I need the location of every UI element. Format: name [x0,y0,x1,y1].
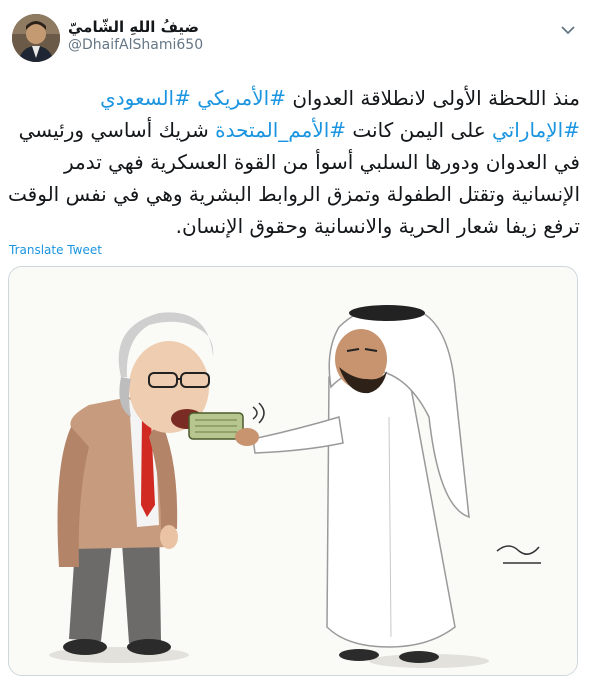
tweet-text: منذ اللحظة الأولى لانطلاقة العدوان #الأم… [8,82,580,242]
translate-tweet-link[interactable]: Translate Tweet [9,243,102,257]
tweet-text-part: على اليمن كانت [346,118,493,142]
hashtag-link[interactable]: #الأمريكي [197,86,286,110]
avatar[interactable] [12,14,60,62]
chevron-down-icon[interactable] [558,20,578,40]
hashtag-link[interactable]: #الإماراتي [492,118,580,142]
hashtag-link[interactable]: #الأمم_المتحدة [215,118,346,142]
hashtag-link[interactable]: #السعودي [100,86,191,110]
author-handle[interactable]: @DhaifAlShami650 [68,36,203,54]
tweet-text-part: منذ اللحظة الأولى لانطلاقة العدوان [285,86,580,110]
tweet-image[interactable] [8,266,578,676]
cartoon-illustration [9,267,577,675]
author-name[interactable]: ضيفُ اللهِ الشّاميّ [68,18,203,36]
